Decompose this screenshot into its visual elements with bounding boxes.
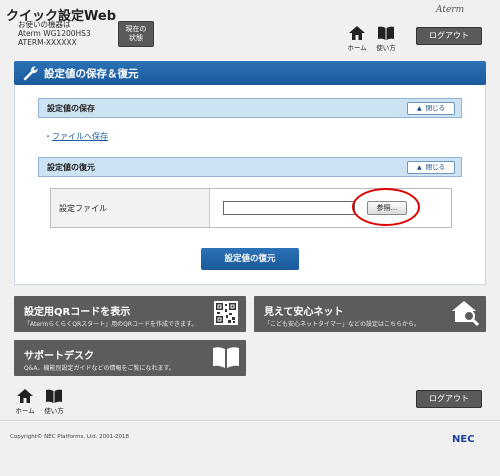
chevron-up-icon: ▲ — [416, 164, 422, 171]
device-id: ATERM-XXXXXX — [18, 38, 77, 47]
device-label: お使いの機器は — [18, 20, 71, 29]
close-label: 閉じる — [425, 104, 446, 112]
file-path-field[interactable] — [223, 201, 355, 215]
restore-settings-button[interactable]: 設定値の復元 — [201, 248, 299, 270]
main-panel-header: 設定値の保存＆復元 — [14, 61, 486, 85]
qr-code-icon — [214, 301, 238, 325]
nec-logo: NEC — [452, 434, 475, 445]
restore-section-header: 設定値の復元 ▲ 閉じる — [38, 157, 462, 177]
logout-button[interactable]: ログアウト — [416, 27, 482, 45]
support-desk-tile[interactable]: サポートデスク Q&A、機能別設定ガイドなどの情報をご覧になれます。 — [14, 340, 246, 376]
footer-home-nav[interactable]: ホーム — [14, 389, 36, 415]
book-icon — [213, 347, 239, 368]
device-model: Aterm WG1200HS3 — [18, 29, 91, 38]
support-tile-desc: Q&A、機能別設定ガイドなどの情報をご覧になれます。 — [24, 365, 175, 372]
restore-section-title: 設定値の復元 — [47, 163, 95, 172]
footer-divider — [0, 420, 500, 421]
highlight-circle — [352, 188, 420, 226]
wrench-icon — [23, 66, 38, 81]
page-title: 設定値の保存＆復元 — [44, 68, 139, 80]
footer-help-nav[interactable]: 使い方 — [42, 389, 66, 415]
save-section-header: 設定値の保存 ▲ 閉じる — [38, 98, 462, 118]
house-search-icon — [452, 301, 480, 326]
safe-net-tile[interactable]: 見えて安心ネット 「こども安心ネットタイマー」などの設定はこちらから。 — [254, 296, 486, 332]
save-to-file-link[interactable]: ファイルへ保存 — [52, 131, 108, 142]
save-section-close-button[interactable]: ▲ 閉じる — [407, 102, 455, 115]
qr-tile-title: 設定用QRコードを表示 — [24, 307, 131, 318]
book-icon — [46, 389, 62, 403]
close-label: 閉じる — [425, 163, 446, 171]
restore-section-close-button[interactable]: ▲ 閉じる — [407, 161, 455, 174]
status-button-line2: 状態 — [129, 34, 143, 42]
settings-file-label: 設定ファイル — [59, 204, 107, 213]
qr-tile-desc: 「AtermらくらくQRスタート」用のQRコードを作成できます。 — [24, 321, 198, 328]
footer-home-label: ホーム — [15, 407, 35, 415]
current-status-button[interactable]: 現在の 状態 — [118, 21, 154, 47]
safe-net-tile-desc: 「こども安心ネットタイマー」などの設定はこちらから。 — [264, 321, 421, 328]
book-icon — [378, 26, 394, 40]
support-tile-title: サポートデスク — [24, 351, 94, 362]
chevron-up-icon: ▲ — [416, 105, 422, 112]
bullet: ・ — [44, 132, 52, 141]
copyright: Copyright© NEC Platforms, Ltd. 2001-2018 — [10, 434, 130, 440]
home-nav[interactable]: ホーム — [346, 26, 368, 52]
save-section-title: 設定値の保存 — [47, 104, 95, 113]
home-icon — [349, 26, 365, 40]
qr-code-tile[interactable]: 設定用QRコードを表示 「AtermらくらくQRスタート」用のQRコードを作成で… — [14, 296, 246, 332]
settings-file-label-cell: 設定ファイル — [51, 189, 210, 227]
home-label: ホーム — [347, 44, 367, 52]
status-button-line1: 現在の — [125, 25, 147, 33]
home-icon — [17, 389, 33, 403]
footer-logout-button[interactable]: ログアウト — [416, 390, 482, 408]
aterm-logo: Aterm — [436, 5, 465, 15]
help-nav[interactable]: 使い方 — [374, 26, 398, 52]
footer-help-label: 使い方 — [44, 407, 64, 415]
help-label: 使い方 — [376, 44, 396, 52]
safe-net-tile-title: 見えて安心ネット — [264, 307, 344, 318]
